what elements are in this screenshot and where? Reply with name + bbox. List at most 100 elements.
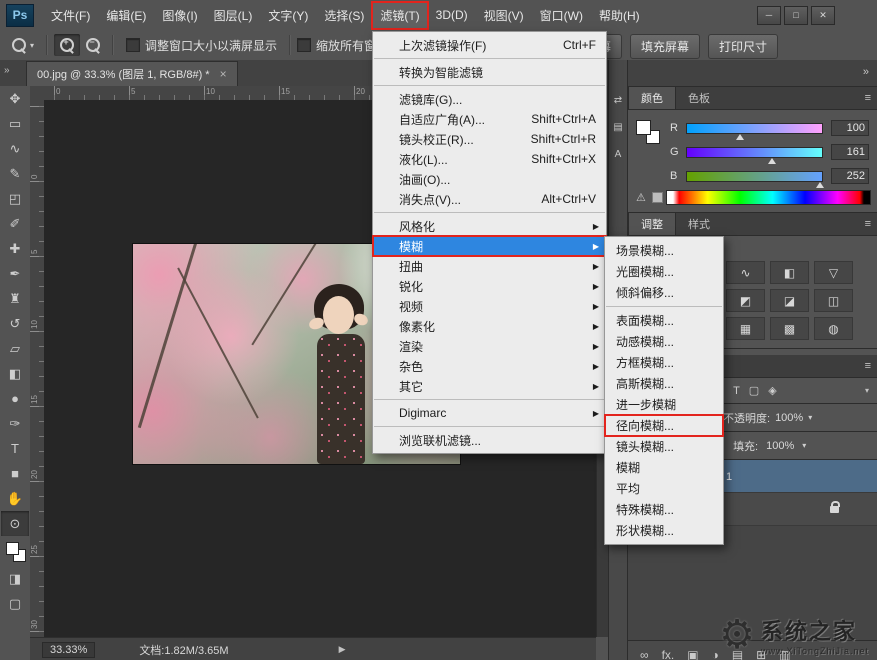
filter-menu-item[interactable]: 上次滤镜操作(F) Ctrl+F (373, 35, 606, 55)
fill-value[interactable]: 100% (766, 440, 794, 452)
menubar-item[interactable]: 编辑(E) (98, 2, 154, 29)
dock-properties-icon[interactable]: ▤ (610, 119, 627, 136)
adjustment-threshold-icon[interactable]: ▦ (726, 317, 765, 340)
toolbar-collapse-icon[interactable]: » (4, 65, 10, 76)
blur-submenu-item[interactable]: 形状模糊... (605, 520, 723, 541)
filter-menu-item[interactable]: 风格化 ▶ (373, 216, 606, 236)
zoom-tool[interactable]: ⊙ (1, 511, 29, 536)
current-tool-chip[interactable]: ▾ (6, 34, 40, 56)
filter-menu-item[interactable]: Digimarc ▶ (373, 403, 606, 423)
link-layers-icon[interactable]: ∞ (640, 648, 649, 660)
zoom-all-checkbox[interactable] (297, 38, 311, 52)
filter-menu-item[interactable]: 杂色 ▶ (373, 356, 606, 376)
filter-smart-object-icon[interactable]: ◈ (768, 384, 776, 397)
filter-menu-item[interactable]: 滤镜库(G)... (373, 89, 606, 109)
fill-screen-button[interactable]: 填充屏幕 (630, 34, 700, 59)
blur-submenu-item[interactable]: 场景模糊... (605, 240, 723, 261)
adjustment-exposure-icon[interactable]: ◧ (770, 261, 809, 284)
lasso-tool[interactable]: ∿ (1, 136, 29, 161)
layer-style-icon[interactable]: fx. (662, 648, 675, 660)
new-adjustment-layer-icon[interactable]: ◑ (712, 648, 719, 660)
filter-menu-item[interactable]: 像素化 ▶ (373, 316, 606, 336)
panel-menu-icon[interactable]: ≡ (865, 218, 871, 230)
shape-tool[interactable]: ■ (1, 461, 29, 486)
blur-submenu-item[interactable]: 进一步模糊 (605, 394, 723, 415)
zoom-out-button[interactable]: − (80, 34, 106, 56)
filter-menu-item[interactable]: 液化(L)... Shift+Ctrl+X (373, 149, 606, 169)
filter-type-layers-icon[interactable]: T (733, 385, 740, 397)
blur-submenu-item[interactable]: 特殊模糊... (605, 499, 723, 520)
fill-caret-icon[interactable]: ▾ (802, 441, 806, 450)
add-layer-mask-icon[interactable]: ▣ (687, 648, 698, 660)
gamut-warning-icon[interactable]: ⚠ (636, 191, 646, 204)
brush-tool[interactable]: ✒ (1, 261, 29, 286)
menubar-item[interactable]: 窗口(W) (532, 2, 591, 29)
pen-tool[interactable]: ✑ (1, 411, 29, 436)
zoom-in-button[interactable]: + (54, 34, 80, 56)
channel-value-field[interactable]: 252 (831, 168, 869, 184)
menubar-item[interactable]: 文字(Y) (260, 2, 316, 29)
blur-submenu-item[interactable]: 倾斜偏移... (605, 282, 723, 303)
channel-slider-thumb[interactable] (816, 182, 824, 188)
filter-menu-item[interactable]: 渲染 ▶ (373, 336, 606, 356)
move-tool[interactable]: ✥ (1, 86, 29, 111)
filter-menu-item[interactable]: 其它 ▶ (373, 376, 606, 396)
minimize-button[interactable]: ─ (757, 6, 781, 25)
opacity-value[interactable]: 100% (775, 412, 803, 424)
blur-tool[interactable]: ● (1, 386, 29, 411)
document-tab[interactable]: 00.jpg @ 33.3% (图层 1, RGB/8#) * × (26, 61, 238, 86)
channel-slider-thumb[interactable] (768, 158, 776, 164)
channel-slider[interactable] (686, 123, 823, 134)
channel-value-field[interactable]: 161 (831, 144, 869, 160)
channel-slider-thumb[interactable] (736, 134, 744, 140)
panel-tab[interactable]: 色板 (676, 87, 722, 109)
color-spectrum-ramp[interactable] (666, 190, 871, 205)
adjustment-curves-icon[interactable]: ∿ (726, 261, 765, 284)
filter-menu-item[interactable]: 消失点(V)... Alt+Ctrl+V (373, 189, 606, 209)
panel-tab[interactable]: 样式 (676, 213, 722, 235)
menubar-item[interactable]: 图层(L) (206, 2, 261, 29)
filter-menu-item[interactable]: 锐化 ▶ (373, 276, 606, 296)
adjustment-vibrance-icon[interactable]: ▽ (814, 261, 853, 284)
menubar-item[interactable]: 文件(F) (43, 2, 98, 29)
tool-preset-caret-icon[interactable]: ▾ (30, 41, 34, 50)
channel-slider[interactable] (686, 171, 823, 182)
zoom-level-field[interactable]: 33.33% (42, 642, 95, 658)
menubar-item[interactable]: 图像(I) (154, 2, 205, 29)
crop-tool[interactable]: ◰ (1, 186, 29, 211)
resize-window-checkbox[interactable] (126, 38, 140, 52)
foreground-color-swatch[interactable] (636, 120, 651, 135)
panel-menu-icon[interactable]: ≡ (865, 360, 871, 372)
menubar-item[interactable]: 3D(D) (428, 3, 476, 27)
dock-character-icon[interactable]: A (610, 146, 627, 163)
blur-submenu-item[interactable]: 径向模糊... (605, 415, 723, 436)
blur-submenu-item[interactable]: 镜头模糊... (605, 436, 723, 457)
blur-submenu-item[interactable]: 光圈模糊... (605, 261, 723, 282)
close-button[interactable]: ✕ (811, 6, 835, 25)
panel-tab[interactable]: 调整 (628, 212, 676, 235)
maximize-button[interactable]: □ (784, 6, 808, 25)
marquee-tool[interactable]: ▭ (1, 111, 29, 136)
panel-tab[interactable]: 颜色 (628, 86, 676, 109)
menubar-item[interactable]: 视图(V) (476, 2, 532, 29)
clone-stamp-tool[interactable]: ♜ (1, 286, 29, 311)
adjustment-selective-color-icon[interactable]: ◍ (814, 317, 853, 340)
adjustment-gradient-map-icon[interactable]: ▩ (770, 317, 809, 340)
eyedropper-tool[interactable]: ✐ (1, 211, 29, 236)
quick-selection-tool[interactable]: ✎ (1, 161, 29, 186)
tab-close-icon[interactable]: × (220, 67, 227, 81)
adjustment-black-white-icon[interactable]: ◩ (726, 289, 765, 312)
filter-menu-item[interactable]: 油画(O)... (373, 169, 606, 189)
print-size-button[interactable]: 打印尺寸 (708, 34, 778, 59)
history-brush-tool[interactable]: ↺ (1, 311, 29, 336)
filter-menu-item[interactable]: 自适应广角(A)... Shift+Ctrl+A (373, 109, 606, 129)
menubar-item[interactable]: 选择(S) (316, 2, 372, 29)
filter-menu-item[interactable]: 模糊 ▶ (373, 236, 606, 256)
filter-menu-item[interactable]: 视频 ▶ (373, 296, 606, 316)
channel-slider[interactable] (686, 147, 823, 158)
foreground-color-swatch[interactable] (6, 542, 19, 555)
gradient-tool[interactable]: ◧ (1, 361, 29, 386)
blur-submenu-item[interactable]: 平均 (605, 478, 723, 499)
hand-tool[interactable]: ✋ (1, 486, 29, 511)
filter-menu-item[interactable]: 浏览联机滤镜... (373, 430, 606, 450)
